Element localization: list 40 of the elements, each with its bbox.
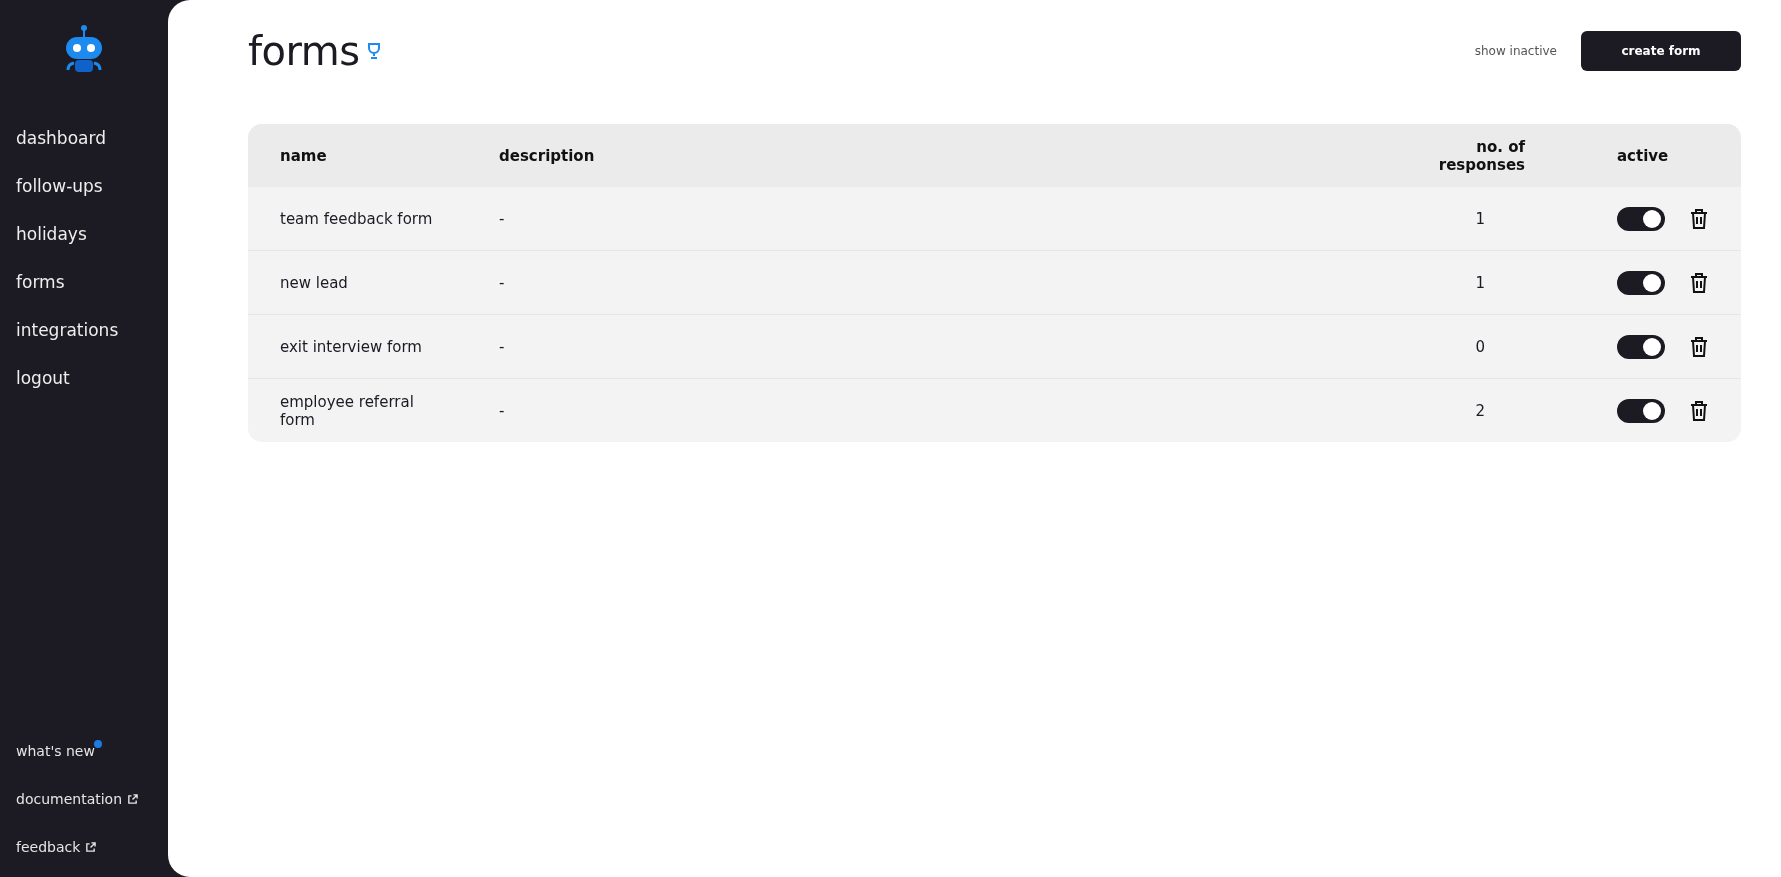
page-title: forms (248, 28, 360, 74)
nav-link[interactable]: documentation (0, 775, 168, 823)
table-cell-text: - (498, 208, 506, 230)
table-cell: - (467, 378, 1363, 442)
trash-icon[interactable] (1689, 207, 1709, 230)
external-link-icon (85, 841, 97, 853)
trash-icon[interactable] (1689, 271, 1709, 294)
notification-dot (93, 740, 102, 748)
nav-item[interactable]: follow-ups (0, 162, 168, 210)
nav-item[interactable]: dashboard (0, 114, 168, 162)
nav-item[interactable]: logout (0, 354, 168, 402)
robot-logo-icon (64, 24, 104, 74)
nav-link[interactable]: feedback (0, 823, 168, 871)
create-form-button[interactable]: create form (1581, 31, 1741, 71)
table-cell: - (467, 250, 1363, 314)
table-cell: 2 (1362, 378, 1585, 442)
trash-icon[interactable] (1689, 399, 1709, 422)
nav-item[interactable]: holidays (0, 210, 168, 258)
external-link-icon (127, 793, 139, 805)
toggle-switch[interactable] (1617, 398, 1665, 423)
table-cell: 0 (1362, 314, 1585, 378)
table-cell: new lead (248, 250, 468, 314)
nav-item[interactable]: integrations (0, 306, 168, 354)
column-header: description (467, 124, 1363, 187)
table-cell: employee referral form (248, 378, 468, 442)
nav-item[interactable]: forms (0, 258, 168, 306)
toggle-switch[interactable] (1617, 270, 1665, 295)
table-cell-text: team feedback form (279, 208, 434, 230)
column-header: name (248, 124, 468, 187)
trash-icon[interactable] (1689, 335, 1709, 358)
trophy-icon (365, 42, 382, 60)
toggle-switch[interactable] (1617, 206, 1665, 231)
toggle-switch[interactable] (1617, 334, 1665, 359)
column-header: active (1585, 124, 1741, 187)
table-cell: - (467, 314, 1363, 378)
table-cell: 1 (1362, 250, 1585, 314)
column-header: no. of responses (1362, 124, 1585, 187)
nav-link[interactable]: what's new (0, 727, 168, 775)
table-cell-text: 1 (1474, 208, 1486, 230)
table-cell: exit interview form (248, 314, 468, 378)
